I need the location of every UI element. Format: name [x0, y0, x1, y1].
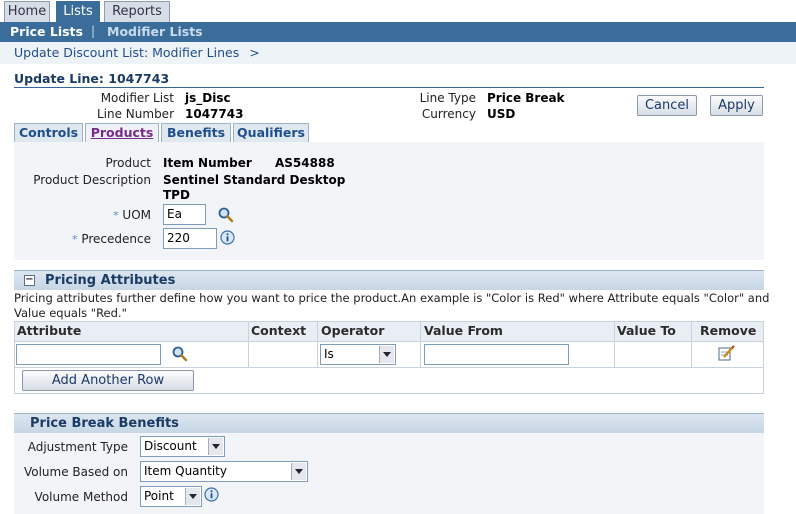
edit-remove-icon[interactable] — [718, 345, 735, 361]
add-another-row-button[interactable]: Add Another Row — [22, 370, 194, 391]
price-break-benefits-header: Price Break Benefits — [14, 413, 764, 433]
line-type-label: Line Type — [419, 91, 476, 105]
table-border-mid — [14, 341, 764, 342]
column-header-attribute: Attribute — [17, 323, 82, 338]
tab-home[interactable]: Home — [4, 1, 50, 23]
adjustment-type-select[interactable]: Discount — [140, 436, 225, 457]
uom-input[interactable]: Ea — [163, 204, 206, 225]
description-line2: TPD — [163, 188, 190, 202]
uom-label: * UOM — [60, 208, 151, 222]
subnav-price-lists[interactable]: Price Lists — [10, 24, 83, 40]
apply-button[interactable]: Apply — [710, 95, 763, 116]
precedence-label: * Precedence — [40, 232, 151, 246]
product-label: Product — [105, 156, 151, 170]
uom-label-text: UOM — [122, 208, 151, 222]
volume-method-label: Volume Method — [34, 490, 128, 504]
chevron-down-icon — [379, 346, 394, 363]
magnifier-icon[interactable] — [218, 207, 234, 223]
product-type: Item Number — [163, 156, 252, 170]
line-number-value: 1047743 — [185, 107, 244, 121]
description-label: Product Description — [33, 173, 151, 187]
column-header-operator: Operator — [321, 323, 385, 338]
value-from-input[interactable] — [424, 344, 569, 365]
pricing-attributes-description-2: Value equals "Red." — [14, 306, 127, 320]
page-title: Update Line: 1047743 — [14, 71, 170, 86]
magnifier-icon[interactable] — [172, 346, 188, 362]
col-divider — [248, 321, 249, 368]
volume-based-on-label: Volume Based on — [23, 465, 128, 479]
subtab-products[interactable]: Products — [85, 123, 159, 142]
column-header-context: Context — [251, 323, 307, 338]
pricing-attributes-title: Pricing Attributes — [45, 273, 176, 288]
adjustment-type-label: Adjustment Type — [27, 440, 128, 454]
table-frame-bottom — [14, 393, 764, 394]
modifier-list-label: Modifier List — [100, 91, 174, 105]
pricing-attributes-description-1: Pricing attributes further define how yo… — [14, 291, 770, 305]
subnav-modifier-lists[interactable]: Modifier Lists — [107, 24, 203, 40]
pricing-attributes-header: − Pricing Attributes — [14, 270, 764, 290]
modifier-list-value: js_Disc — [185, 91, 231, 105]
required-marker: * — [113, 209, 119, 222]
subtab-controls[interactable]: Controls — [14, 123, 83, 142]
info-icon[interactable] — [220, 230, 235, 245]
attribute-input[interactable] — [16, 344, 161, 365]
chevron-down-icon — [185, 488, 200, 505]
col-divider — [614, 321, 615, 368]
operator-value: Is — [324, 347, 334, 361]
table-frame-right — [763, 321, 764, 394]
volume-based-on-select[interactable]: Item Quantity — [140, 461, 308, 482]
col-divider — [317, 321, 318, 368]
col-divider — [691, 321, 692, 368]
column-header-remove: Remove — [700, 323, 757, 338]
tab-lists[interactable]: Lists — [56, 1, 100, 23]
operator-select[interactable]: Is — [320, 344, 396, 365]
chevron-down-icon — [291, 463, 306, 480]
table-border-row-bottom — [14, 367, 764, 368]
cancel-button[interactable]: Cancel — [637, 95, 697, 116]
subtab-benefits[interactable]: Benefits — [161, 123, 231, 142]
breadcrumb-link[interactable]: Update Discount List: Modifier Lines — [14, 45, 239, 60]
adjustment-type-value: Discount — [144, 439, 197, 453]
currency-value: USD — [487, 107, 516, 121]
required-marker: * — [72, 233, 78, 246]
col-divider — [420, 321, 421, 368]
table-frame-left — [14, 321, 15, 394]
volume-based-on-value: Item Quantity — [144, 464, 227, 478]
volume-method-value: Point — [144, 489, 174, 503]
chevron-down-icon — [208, 438, 223, 455]
breadcrumb: Update Discount List: Modifier Lines > — [14, 45, 260, 60]
currency-label: Currency — [421, 107, 476, 121]
subnav-separator: | — [91, 24, 96, 38]
column-header-value-to: Value To — [617, 323, 676, 338]
precedence-input[interactable]: 220 — [163, 228, 217, 249]
collapse-toggle-icon[interactable]: − — [24, 275, 35, 286]
line-number-label: Line Number — [96, 107, 174, 121]
precedence-label-text: Precedence — [81, 232, 151, 246]
column-header-value-from: Value From — [424, 323, 503, 338]
description-line1: Sentinel Standard Desktop — [163, 173, 346, 187]
info-icon[interactable] — [204, 487, 219, 502]
line-type-value: Price Break — [487, 91, 565, 105]
title-underline — [14, 87, 764, 88]
volume-method-select[interactable]: Point — [140, 486, 202, 507]
breadcrumb-arrow: > — [249, 45, 260, 60]
subtab-qualifiers[interactable]: Qualifiers — [233, 123, 309, 142]
tab-reports[interactable]: Reports — [104, 1, 170, 23]
product-value: AS54888 — [275, 156, 335, 170]
price-break-benefits-title: Price Break Benefits — [30, 416, 179, 431]
